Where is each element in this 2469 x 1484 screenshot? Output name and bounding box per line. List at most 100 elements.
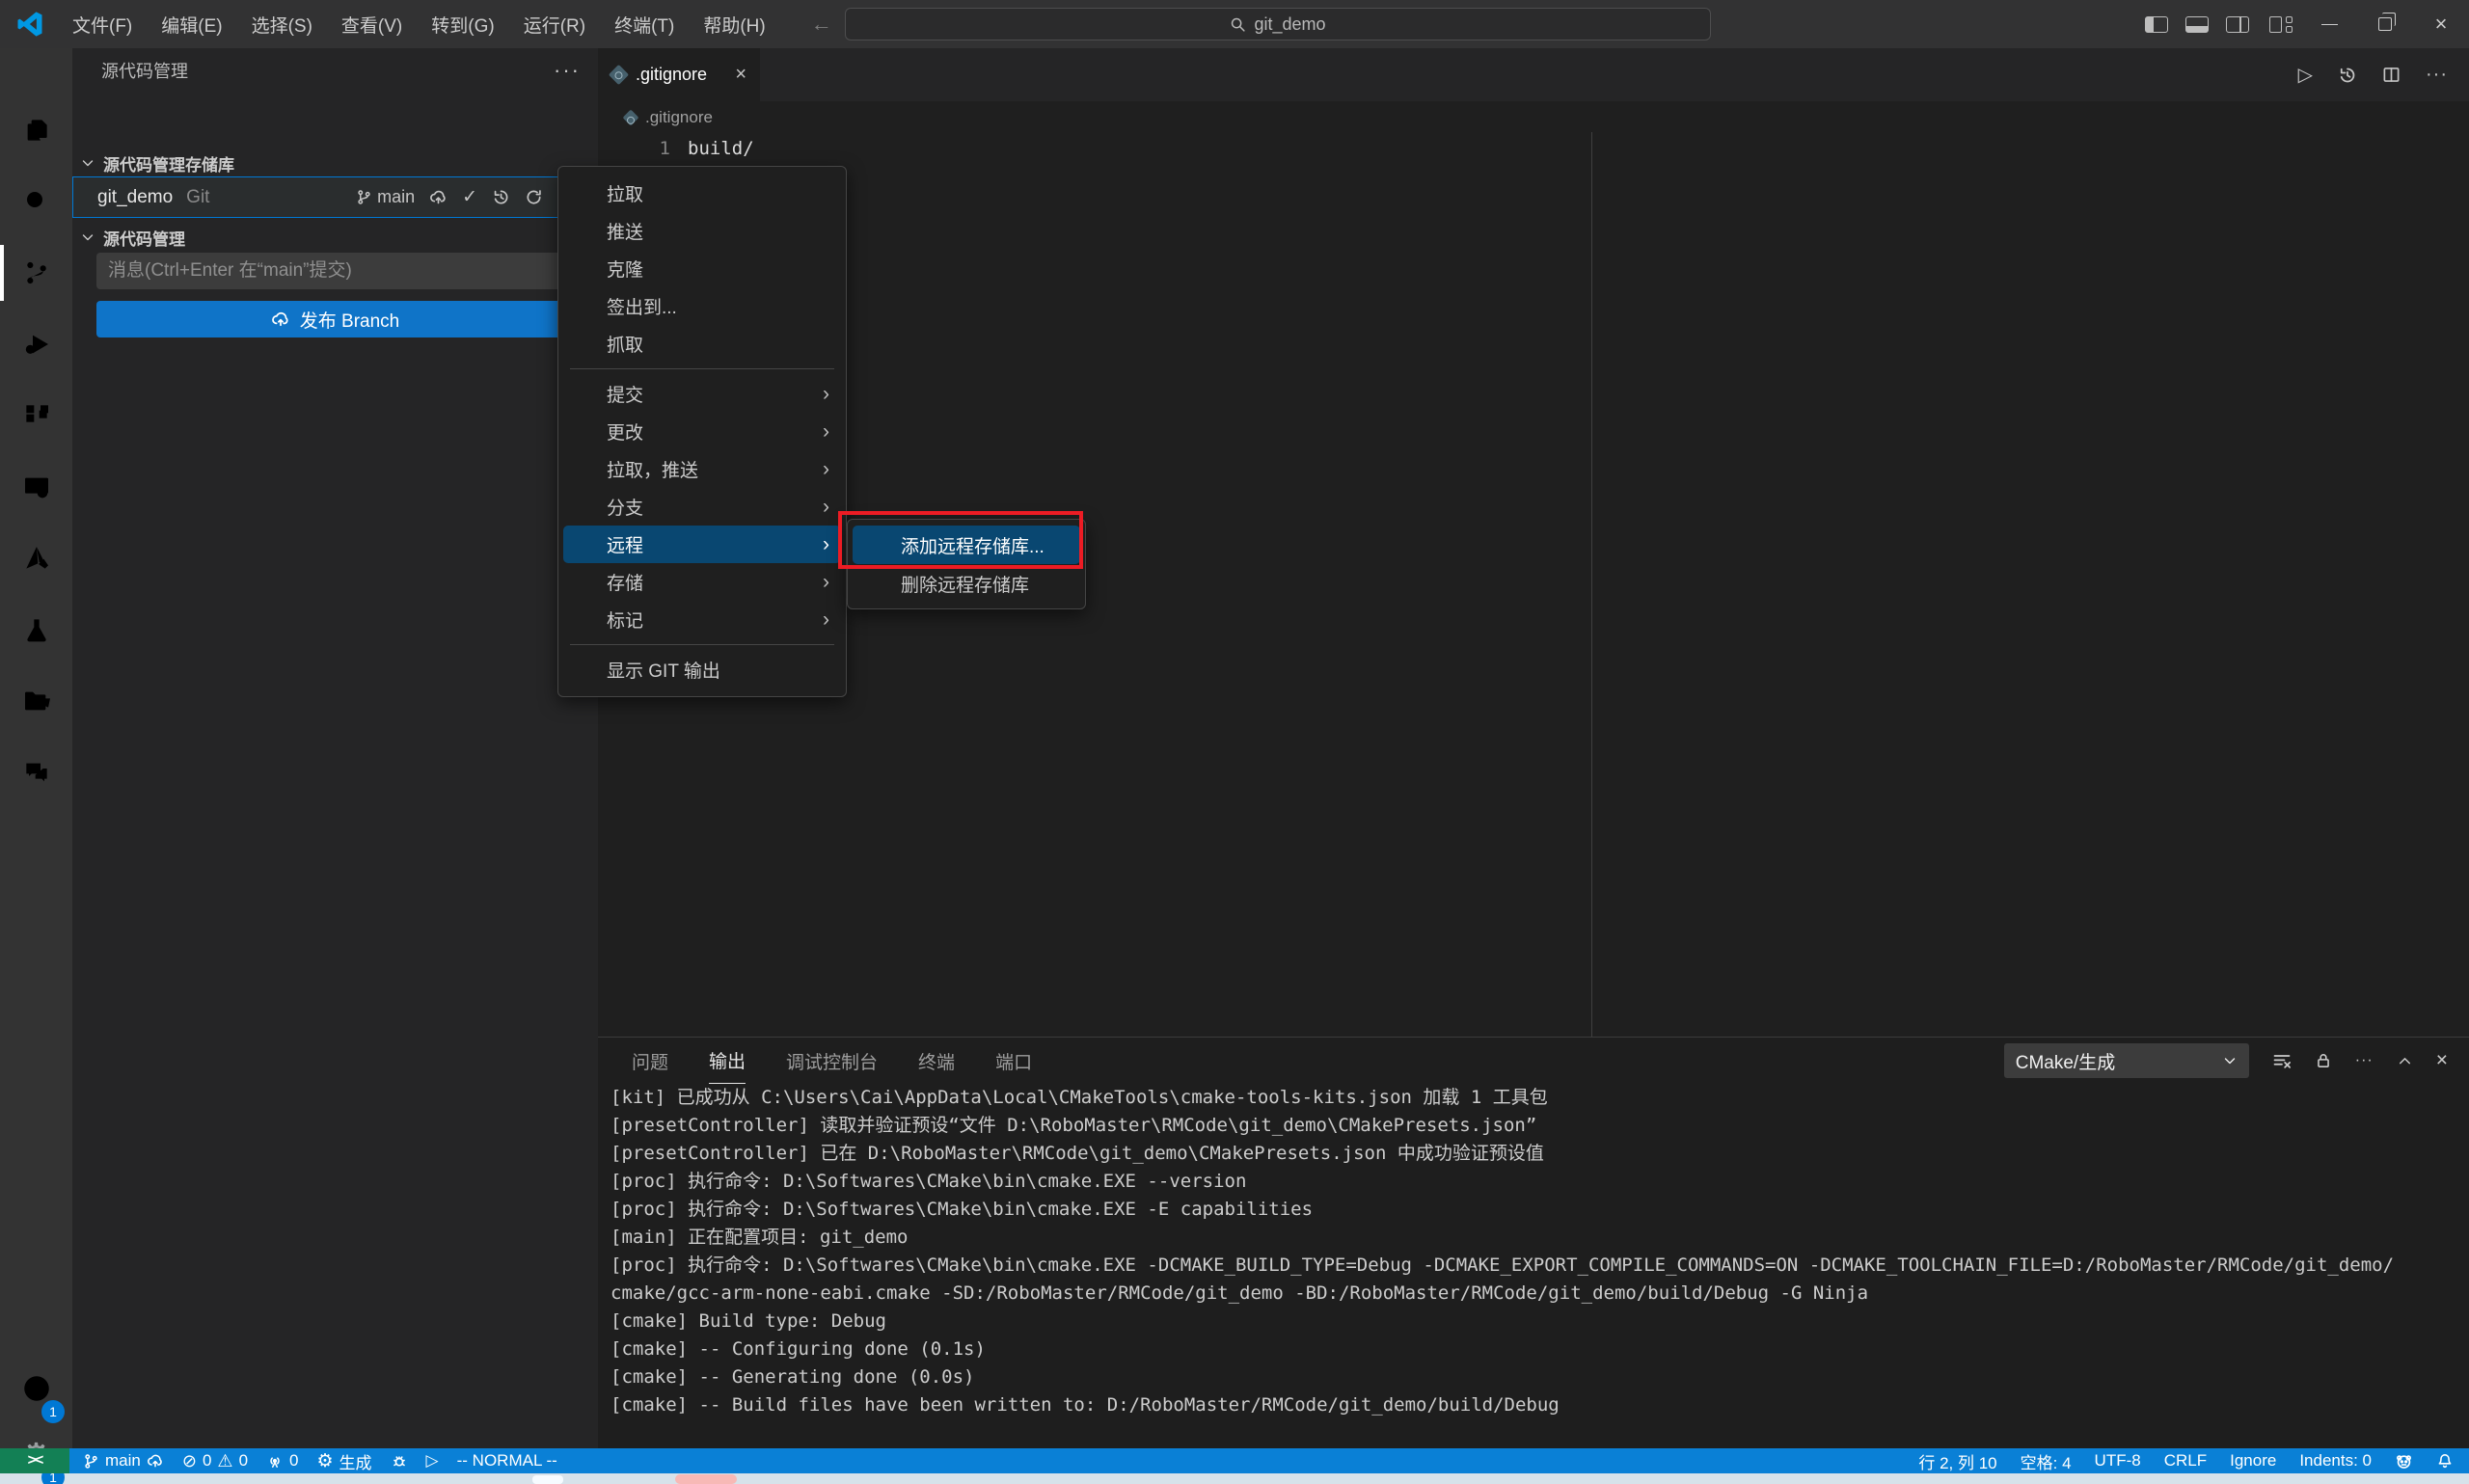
source-control-icon[interactable] (0, 242, 72, 304)
extensions-icon[interactable] (0, 385, 72, 446)
project-folder-icon[interactable] (0, 670, 72, 732)
menu-item-remote[interactable]: 远程› (563, 526, 841, 563)
menu-item-push[interactable]: 推送 (563, 212, 841, 250)
remote-explorer-icon[interactable] (0, 456, 72, 518)
branch-label[interactable]: main (356, 187, 415, 207)
timeline-icon[interactable] (2338, 66, 2357, 85)
command-center-search[interactable]: git_demo (845, 8, 1711, 40)
menu-item-changes[interactable]: 更改› (563, 413, 841, 450)
tab-terminal[interactable]: 终端 (918, 1038, 955, 1084)
search-view-icon[interactable] (0, 171, 72, 232)
launch-icon[interactable]: ▷ (426, 1451, 439, 1471)
eol-sequence[interactable]: CRLF (2164, 1451, 2207, 1471)
account-icon[interactable]: 1 (0, 1358, 72, 1419)
chevron-down-icon (2222, 1053, 2238, 1068)
cmake-tools-icon[interactable] (0, 527, 72, 589)
broadcast-status[interactable]: 0 (266, 1451, 298, 1471)
menu-item-fetch[interactable]: 抓取 (563, 325, 841, 363)
menu-go[interactable]: 转到(G) (417, 0, 508, 48)
menu-run[interactable]: 运行(R) (509, 0, 600, 48)
comments-icon[interactable] (0, 742, 72, 803)
commit-check-icon[interactable]: ✓ (462, 186, 477, 208)
testing-icon[interactable] (0, 599, 72, 661)
debug-icon[interactable] (391, 1452, 408, 1470)
maximize-panel-icon[interactable] (2397, 1053, 2413, 1069)
menu-item-checkout[interactable]: 签出到... (563, 287, 841, 325)
tab-ports[interactable]: 端口 (995, 1038, 1032, 1084)
refresh-icon[interactable] (525, 188, 543, 206)
log-line: [kit] 已成功从 C:\Users\Cai\AppData\Local\CM… (598, 1084, 2469, 1112)
explorer-icon[interactable] (0, 99, 72, 161)
run-file-icon[interactable]: ▷ (2298, 63, 2313, 87)
toggle-sidebar-icon[interactable] (2145, 16, 2168, 33)
sidebar-more-icon[interactable]: ··· (554, 58, 581, 83)
indentation[interactable]: 空格: 4 (2021, 1449, 2072, 1473)
panel-more-icon[interactable]: ··· (2355, 1052, 2374, 1069)
menu-edit[interactable]: 编辑(E) (147, 0, 236, 48)
menu-item-clone[interactable]: 克隆 (563, 250, 841, 287)
editor-ruler (1591, 132, 1592, 1037)
indents-status[interactable]: Indents: 0 (2299, 1451, 2372, 1471)
menu-separator (570, 644, 834, 645)
section-repositories[interactable]: 源代码管理存储库 (72, 149, 598, 176)
menu-help[interactable]: 帮助(H) (689, 0, 779, 48)
menu-selection[interactable]: 选择(S) (237, 0, 327, 48)
bell-icon[interactable] (2436, 1452, 2454, 1470)
publish-cloud-icon (147, 1452, 164, 1470)
history-icon[interactable] (492, 188, 510, 206)
minimize-button[interactable] (2301, 0, 2357, 48)
toggle-panel-icon[interactable] (2185, 16, 2209, 33)
close-panel-icon[interactable]: × (2436, 1049, 2448, 1072)
menu-terminal[interactable]: 终端(T) (600, 0, 689, 48)
publish-branch-button[interactable]: 发布 Branch (96, 301, 574, 337)
tab-gitignore[interactable]: .gitignore × (598, 48, 760, 101)
tab-problems[interactable]: 问题 (632, 1038, 668, 1084)
broadcast-count: 0 (289, 1451, 298, 1471)
menu-item-branch[interactable]: 分支› (563, 488, 841, 526)
menu-item-stash[interactable]: 存储› (563, 563, 841, 601)
menu-item-pull[interactable]: 拉取 (563, 175, 841, 212)
run-debug-icon[interactable] (0, 313, 72, 375)
output-log[interactable]: [kit] 已成功从 C:\Users\Cai\AppData\Local\CM… (598, 1084, 2469, 1449)
editor-more-icon[interactable]: ··· (2426, 64, 2448, 86)
vim-mode[interactable]: -- NORMAL -- (457, 1451, 557, 1471)
tab-close-icon[interactable]: × (735, 64, 746, 86)
back-arrow-icon[interactable]: ← (805, 12, 838, 37)
menu-item-remove-remote[interactable]: 删除远程存储库 (853, 564, 1080, 603)
cmake-build-button[interactable]: ⚙ 生成 (317, 1449, 372, 1473)
section-scm[interactable]: 源代码管理 (72, 224, 598, 251)
menu-item-pull-push[interactable]: 拉取，推送› (563, 450, 841, 488)
branch-status[interactable]: main (83, 1451, 164, 1471)
commit-message-input[interactable] (96, 253, 574, 289)
language-mode[interactable]: Ignore (2230, 1451, 2276, 1471)
copilot-icon[interactable] (2395, 1452, 2413, 1471)
customize-layout-icon[interactable] (2269, 16, 2293, 33)
titlebar-right: × (2136, 0, 2469, 48)
output-channel-select[interactable]: CMake/生成 (2004, 1043, 2249, 1078)
clear-output-icon[interactable] (2272, 1051, 2292, 1070)
code-line-1[interactable]: 1 build/ (598, 134, 2469, 162)
menu-item-show-git-output[interactable]: 显示 GIT 输出 (563, 651, 841, 688)
menu-view[interactable]: 查看(V) (327, 0, 417, 48)
repo-row-git-demo[interactable]: git_demo Git main ✓ · (72, 176, 598, 218)
split-editor-icon[interactable] (2382, 66, 2401, 84)
tab-output[interactable]: 输出 (709, 1038, 746, 1084)
close-button[interactable]: × (2413, 0, 2469, 48)
problems-status[interactable]: ⊘ 0 ⚠ 0 (182, 1451, 248, 1471)
remote-indicator[interactable]: >< (0, 1448, 69, 1473)
branch-name: main (105, 1451, 141, 1471)
breadcrumb[interactable]: .gitignore (598, 101, 2469, 134)
tab-debug-console[interactable]: 调试控制台 (786, 1038, 878, 1084)
restore-button[interactable] (2357, 0, 2413, 48)
publish-cloud-icon[interactable] (429, 188, 448, 206)
breadcrumb-item: .gitignore (645, 108, 713, 127)
lock-scroll-icon[interactable] (2315, 1052, 2332, 1069)
output-channel-value: CMake/生成 (2016, 1048, 2115, 1074)
encoding[interactable]: UTF-8 (2095, 1451, 2141, 1471)
menu-file[interactable]: 文件(F) (58, 0, 147, 48)
menu-item-tags[interactable]: 标记› (563, 601, 841, 638)
log-line: [proc] 执行命令: D:\Softwares\CMake\bin\cmak… (598, 1168, 2469, 1196)
toggle-secondary-sidebar-icon[interactable] (2226, 16, 2249, 33)
menu-item-commit[interactable]: 提交› (563, 375, 841, 413)
cursor-position[interactable]: 行 2, 列 10 (1918, 1449, 1996, 1473)
